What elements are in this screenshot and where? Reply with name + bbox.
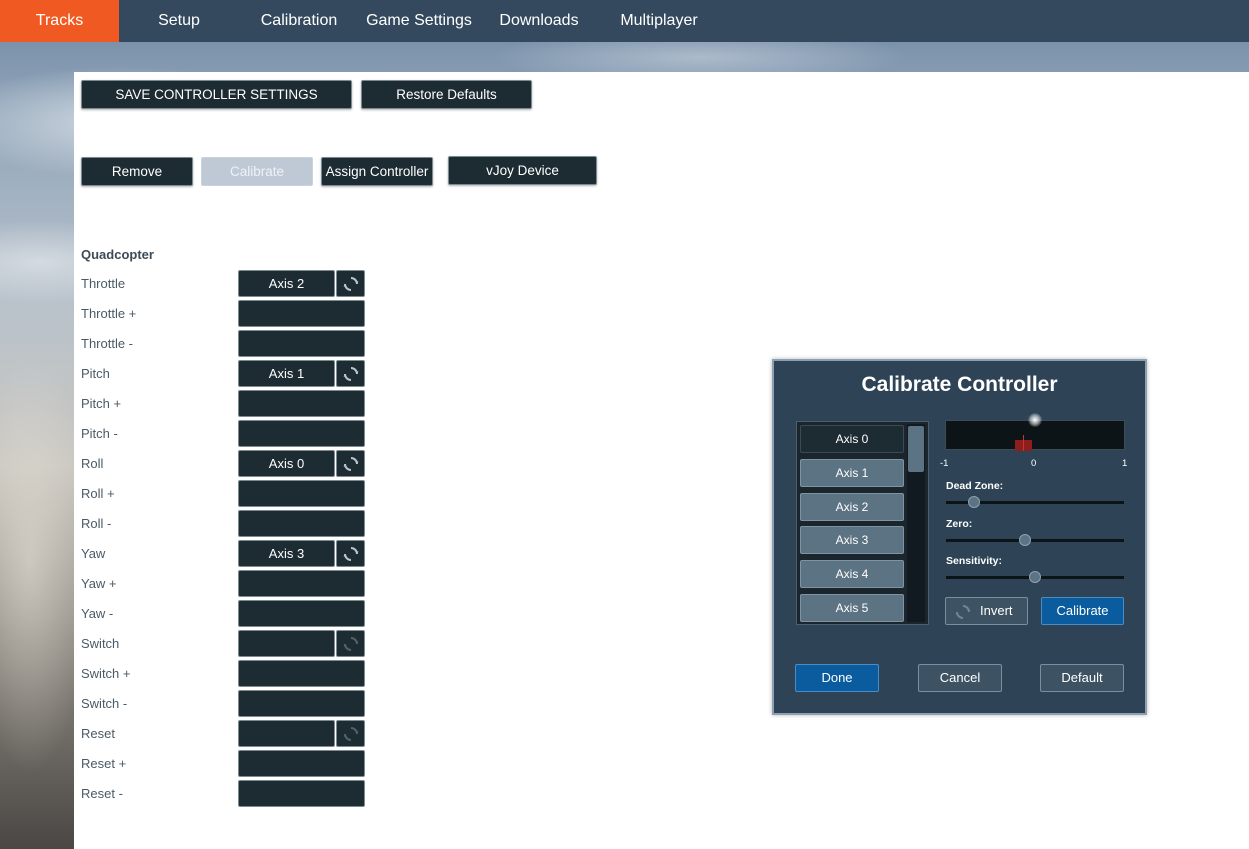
zero-slider[interactable]	[946, 534, 1124, 546]
mapping-label-reset-minus: Reset -	[81, 786, 123, 801]
mapping-field-pitch[interactable]: Axis 1	[238, 360, 335, 387]
assign-controller-button[interactable]: Assign Controller	[321, 157, 433, 186]
mapping-field-switch-minus[interactable]	[238, 690, 365, 717]
nav-tab-game-settings[interactable]: Game Settings	[359, 0, 479, 42]
mapping-field-throttle-plus[interactable]	[238, 300, 365, 327]
mapping-field-switch[interactable]	[238, 630, 335, 657]
section-title: Quadcopter	[81, 247, 154, 262]
mapping-label-pitch: Pitch	[81, 366, 110, 381]
calibrate-button-disabled: Calibrate	[201, 157, 313, 186]
calibrate-controller-dialog: Calibrate Controller Axis 0 Axis 1 Axis …	[772, 359, 1147, 715]
nav-tab-multiplayer[interactable]: Multiplayer	[599, 0, 719, 42]
remove-button[interactable]: Remove	[81, 157, 193, 186]
top-nav: Tracks Setup Calibration Game Settings D…	[0, 0, 1249, 42]
mapping-field-roll-minus[interactable]	[238, 510, 365, 537]
mapping-field-throttle-minus[interactable]	[238, 330, 365, 357]
mapping-label-roll-minus: Roll -	[81, 516, 112, 531]
mapping-field-reset[interactable]	[238, 720, 335, 747]
axis-list-scrollbar[interactable]	[907, 424, 925, 622]
done-button[interactable]: Done	[795, 664, 879, 692]
mapping-label-throttle-plus: Throttle +	[81, 306, 137, 321]
mapping-field-roll[interactable]: Axis 0	[238, 450, 335, 477]
mapping-label-pitch-minus: Pitch -	[81, 426, 118, 441]
mapping-label-roll-plus: Roll +	[81, 486, 115, 501]
meter-indicator-glow	[1028, 413, 1042, 427]
mapping-field-reset-plus[interactable]	[238, 750, 365, 777]
invert-toggle-pitch[interactable]	[336, 360, 365, 387]
dead-zone-slider-knob[interactable]	[967, 496, 980, 508]
invert-button[interactable]: Invert	[945, 597, 1028, 625]
dead-zone-label: Dead Zone:	[946, 480, 1004, 492]
mapping-label-yaw: Yaw	[81, 546, 106, 561]
dead-zone-slider[interactable]	[946, 496, 1124, 508]
axis-list-item[interactable]: Axis 3	[800, 526, 904, 554]
sensitivity-slider[interactable]	[946, 571, 1124, 583]
mapping-field-roll-plus[interactable]	[238, 480, 365, 507]
scrollbar-thumb[interactable]	[908, 426, 924, 472]
mapping-label-pitch-plus: Pitch +	[81, 396, 122, 411]
mapping-label-switch: Switch	[81, 636, 120, 651]
mapping-field-yaw[interactable]: Axis 3	[238, 540, 335, 567]
mapping-label-reset: Reset	[81, 726, 115, 741]
nav-tab-setup[interactable]: Setup	[119, 0, 239, 42]
zero-label: Zero:	[946, 518, 973, 530]
mapping-label-reset-plus: Reset +	[81, 756, 127, 771]
cancel-button[interactable]: Cancel	[918, 664, 1002, 692]
meter-tick-mid: 0	[1031, 458, 1037, 469]
save-controller-settings-button[interactable]: SAVE CONTROLLER SETTINGS	[81, 80, 352, 109]
sensitivity-slider-knob[interactable]	[1029, 571, 1041, 583]
meter-tick-max: 1	[1122, 458, 1128, 469]
axis-list-item[interactable]: Axis 0	[800, 425, 904, 453]
dialog-title: Calibrate Controller	[861, 373, 1058, 396]
restore-defaults-button[interactable]: Restore Defaults	[361, 80, 532, 109]
dialog-calibrate-button[interactable]: Calibrate	[1041, 597, 1124, 625]
mapping-field-yaw-minus[interactable]	[238, 600, 365, 627]
mapping-label-throttle: Throttle	[81, 276, 126, 291]
default-button[interactable]: Default	[1040, 664, 1124, 692]
zero-slider-knob[interactable]	[1019, 534, 1032, 546]
mapping-label-yaw-plus: Yaw +	[81, 576, 117, 591]
mapping-field-switch-plus[interactable]	[238, 660, 365, 687]
meter-tick-min: -1	[940, 458, 949, 469]
meter-center-line	[1023, 435, 1024, 451]
invert-icon	[955, 605, 971, 619]
axis-list-item[interactable]: Axis 5	[800, 594, 904, 622]
vjoy-device-button[interactable]: vJoy Device	[448, 156, 597, 185]
mapping-field-pitch-minus[interactable]	[238, 420, 365, 447]
axis-list-item[interactable]: Axis 2	[800, 493, 904, 521]
axis-input-meter	[945, 413, 1125, 451]
mapping-label-throttle-minus: Throttle -	[81, 336, 134, 351]
invert-toggle-throttle[interactable]	[336, 270, 365, 297]
invert-toggle-roll[interactable]	[336, 450, 365, 477]
mapping-label-roll: Roll	[81, 456, 104, 471]
mapping-field-pitch-plus[interactable]	[238, 390, 365, 417]
mapping-label-yaw-minus: Yaw -	[81, 606, 114, 621]
mapping-field-yaw-plus[interactable]	[238, 570, 365, 597]
invert-toggle-switch[interactable]	[336, 630, 365, 657]
mapping-label-switch-minus: Switch -	[81, 696, 128, 711]
nav-tab-calibration[interactable]: Calibration	[239, 0, 359, 42]
mapping-label-switch-plus: Switch +	[81, 666, 131, 681]
invert-toggle-yaw[interactable]	[336, 540, 365, 567]
invert-toggle-reset[interactable]	[336, 720, 365, 747]
sensitivity-label: Sensitivity:	[946, 555, 1003, 567]
mapping-field-reset-minus[interactable]	[238, 780, 365, 807]
axis-list-item[interactable]: Axis 4	[800, 560, 904, 588]
nav-tab-tracks[interactable]: Tracks	[0, 0, 119, 42]
nav-tab-downloads[interactable]: Downloads	[479, 0, 599, 42]
axis-list-item[interactable]: Axis 1	[800, 459, 904, 487]
invert-label: Invert	[980, 603, 1013, 618]
mapping-field-throttle[interactable]: Axis 2	[238, 270, 335, 297]
axis-list: Axis 0 Axis 1 Axis 2 Axis 3 Axis 4 Axis …	[796, 421, 929, 625]
